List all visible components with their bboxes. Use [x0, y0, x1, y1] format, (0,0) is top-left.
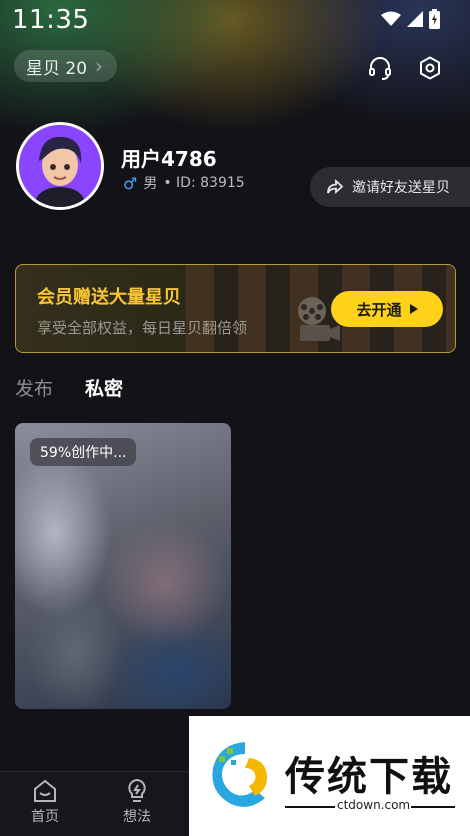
watermark-url: ctdown.com — [337, 798, 411, 812]
content-tabs: 发布 私密 — [15, 374, 123, 401]
watermark: 传统下载 ctdown.com — [189, 716, 470, 836]
watermark-line-left — [285, 806, 335, 808]
vip-activate-label: 去开通 — [356, 300, 402, 319]
settings-button[interactable] — [416, 54, 444, 82]
battery-icon — [429, 9, 440, 29]
nav-ideas-label: 想法 — [123, 809, 151, 825]
male-icon: ♂ — [123, 173, 138, 193]
invite-label: 邀请好友送星贝 — [352, 180, 450, 196]
avatar-image — [19, 125, 101, 207]
customer-service-button[interactable] — [366, 54, 394, 82]
status-bar: 11:35 — [0, 0, 470, 42]
nav-ideas[interactable]: 想法 — [107, 778, 167, 826]
avatar[interactable] — [16, 122, 104, 210]
headset-icon — [369, 57, 391, 80]
share-icon — [327, 179, 344, 195]
invite-friends-button[interactable]: 邀请好友送星贝 — [310, 167, 470, 207]
gender-label: 男 — [143, 176, 158, 192]
settings-icon — [420, 56, 440, 80]
tab-published[interactable]: 发布 — [15, 374, 53, 401]
nav-home[interactable]: 首页 — [15, 778, 75, 826]
user-id: • ID: 83915 — [163, 175, 245, 191]
home-icon — [34, 779, 56, 802]
watermark-text: 传统下载 — [285, 754, 453, 800]
vip-subtitle: 享受全部权益，每日星贝翻倍领 — [37, 319, 248, 337]
profile-meta: ♂ 男 • ID: 83915 — [123, 173, 245, 193]
status-time: 11:35 — [12, 5, 90, 35]
work-card[interactable]: 59%创作中... — [15, 423, 231, 709]
coin-balance-label: 星贝 20 — [26, 58, 88, 79]
status-icons — [381, 9, 440, 29]
bulb-icon — [128, 778, 146, 802]
wifi-icon — [381, 11, 401, 26]
signal-icon — [407, 11, 423, 27]
coin-balance-button[interactable]: 星贝 20 › — [14, 50, 118, 82]
chevron-right-icon: › — [95, 54, 104, 78]
watermark-logo-icon — [212, 742, 267, 807]
top-row: 星贝 20 › — [14, 50, 456, 84]
progress-badge: 59%创作中... — [30, 438, 137, 466]
tab-private[interactable]: 私密 — [85, 374, 123, 401]
play-arrow-icon — [409, 304, 418, 314]
username: 用户4786 — [121, 147, 217, 171]
vip-title: 会员赠送大量星贝 — [37, 287, 181, 308]
nav-home-label: 首页 — [31, 809, 59, 825]
watermark-line-right — [411, 806, 455, 808]
vip-banner[interactable]: 会员赠送大量星贝 享受全部权益，每日星贝翻倍领 去开通 — [15, 264, 456, 353]
vip-activate-button[interactable]: 去开通 — [331, 291, 443, 327]
